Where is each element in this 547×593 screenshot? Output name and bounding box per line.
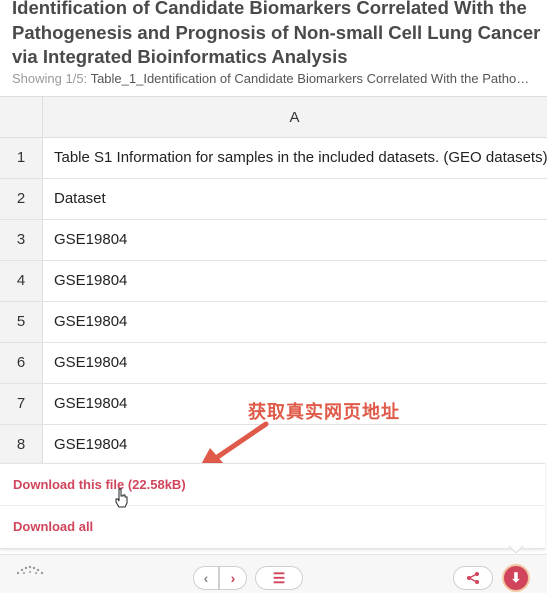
table-cell[interactable]: Table S1 Information for samples in the …	[54, 138, 547, 178]
table-row: 2 Dataset	[0, 179, 547, 220]
row-number: 4	[0, 261, 43, 301]
download-button[interactable]: ⬇	[502, 564, 530, 592]
menu-divider	[0, 505, 545, 506]
table-cell[interactable]: GSE19804	[54, 302, 127, 342]
table-row: 3 GSE19804	[0, 220, 547, 261]
file-name: Table_1_Identification of Candidate Biom…	[90, 71, 530, 86]
header: Identification of Candidate Biomarkers C…	[0, 0, 547, 96]
download-all-link[interactable]: Download all	[13, 519, 93, 534]
share-icon	[467, 572, 479, 584]
share-button[interactable]	[453, 566, 493, 590]
row-number: 1	[0, 138, 43, 178]
row-number: 7	[0, 384, 43, 424]
row-number: 2	[0, 179, 43, 219]
table-row: 4 GSE19804	[0, 261, 547, 302]
corner-cell	[0, 97, 43, 137]
showing-count: Showing 1/5:	[12, 71, 88, 86]
table-row: 8 GSE19804	[0, 425, 547, 464]
table-cell[interactable]: GSE19804	[54, 261, 127, 301]
menu-caret-fill	[509, 545, 523, 552]
table-cell[interactable]: Dataset	[54, 179, 106, 219]
previous-file-button[interactable]: ‹	[193, 566, 219, 590]
annotation-label: 获取真实网页地址	[248, 402, 400, 422]
table-cell[interactable]: GSE19804	[54, 343, 127, 383]
table-cell[interactable]: GSE19804	[54, 425, 127, 464]
figshare-logo-icon	[16, 565, 44, 575]
file-indicator: Showing 1/5: Table_1_Identification of C…	[12, 71, 542, 87]
next-file-button[interactable]: ›	[219, 566, 247, 590]
bottom-toolbar: ‹ › ☰ ⬇	[0, 554, 547, 593]
download-file-link[interactable]: Download this file (22.58kB)	[13, 477, 186, 492]
row-number: 8	[0, 425, 43, 464]
column-header-a[interactable]: A	[42, 97, 547, 137]
table-row: 6 GSE19804	[0, 343, 547, 384]
table-row: 5 GSE19804	[0, 302, 547, 343]
row-number: 3	[0, 220, 43, 260]
table-cell[interactable]: GSE19804	[54, 384, 127, 424]
file-list-button[interactable]: ☰	[255, 566, 303, 590]
download-menu: Download this file (22.58kB) Download al…	[0, 463, 545, 549]
row-number: 5	[0, 302, 43, 342]
table-cell[interactable]: GSE19804	[54, 220, 127, 260]
row-number: 6	[0, 343, 43, 383]
hand-cursor-icon	[115, 488, 128, 508]
table-row: 1 Table S1 Information for samples in th…	[0, 138, 547, 179]
page-title: Identification of Candidate Biomarkers C…	[12, 0, 541, 67]
column-header-row: A	[0, 96, 547, 138]
